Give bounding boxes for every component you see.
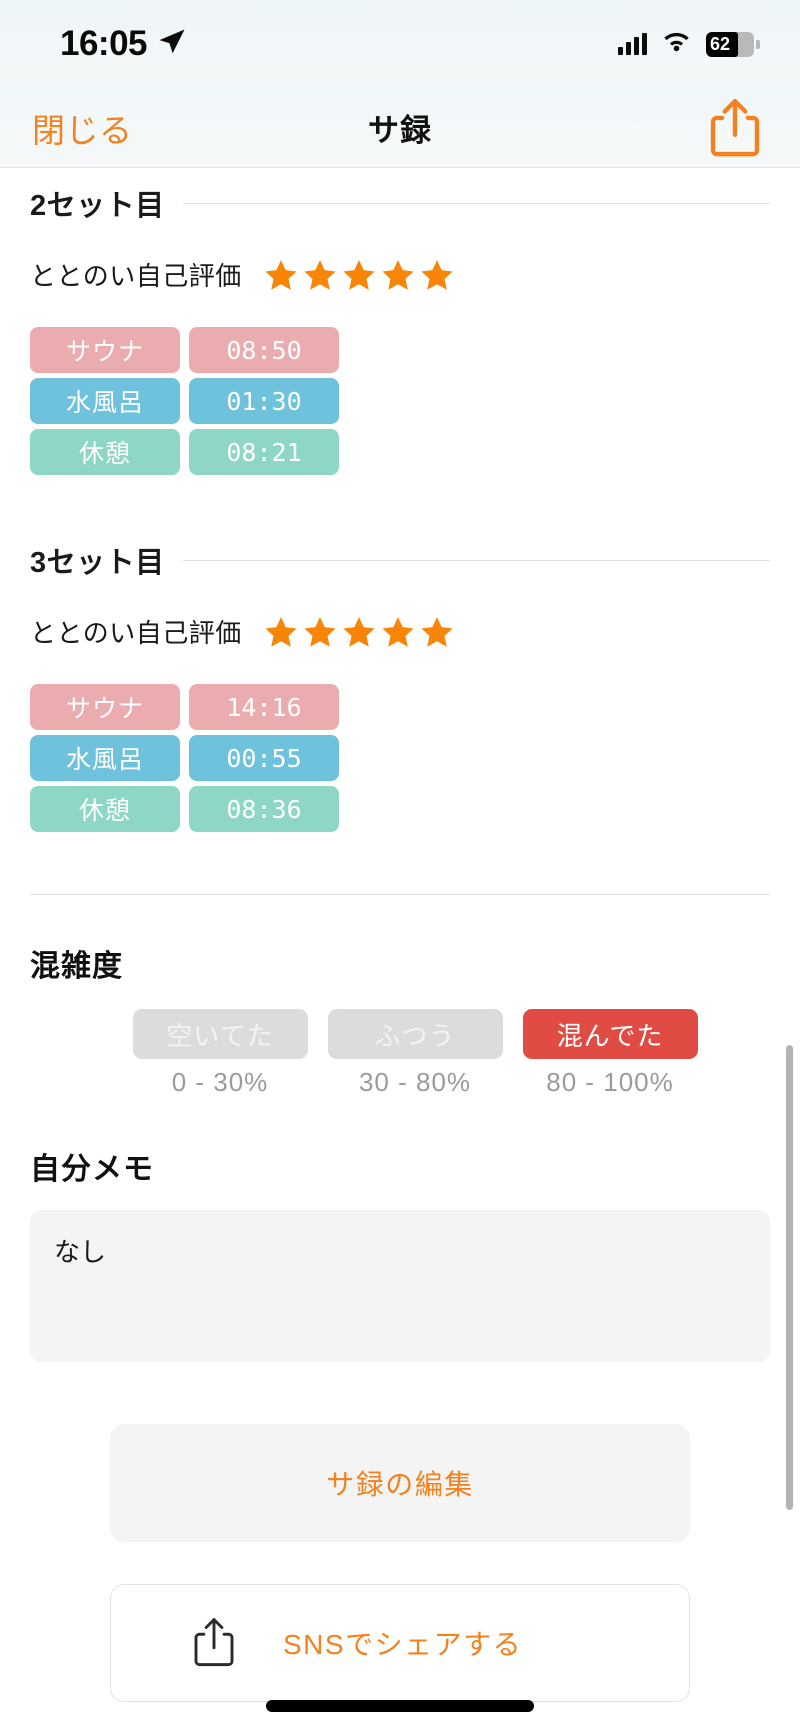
status-bar-right: 62 — [618, 30, 760, 58]
star-rating[interactable] — [264, 615, 454, 649]
activity-row: 休憩 08:21 — [30, 429, 800, 475]
star-icon[interactable] — [264, 615, 298, 649]
star-icon[interactable] — [381, 258, 415, 292]
app-screen: 16:05 62 閉じる サ録 2セット目 ととのい自己評価 サウナ 08:50… — [0, 0, 800, 1730]
set-activity-list: サウナ 14:16 水風呂 00:55 休憩 08:36 — [0, 684, 800, 832]
activity-duration: 08:21 — [189, 429, 339, 475]
rating-row: ととのい自己評価 — [0, 613, 800, 650]
star-rating[interactable] — [264, 258, 454, 292]
set-title: 2セット目 — [30, 190, 165, 222]
battery-icon: 62 — [706, 31, 760, 57]
set-title: 3セット目 — [30, 547, 165, 579]
activity-duration: 00:55 — [189, 735, 339, 781]
rating-label: ととのい自己評価 — [30, 618, 242, 648]
set-header: 3セット目 — [0, 539, 800, 581]
wifi-icon — [661, 30, 692, 58]
congestion-option[interactable]: 混んでた 80 - 100% — [522, 1009, 698, 1098]
activity-name: 休憩 — [30, 429, 180, 475]
congestion-chip-low[interactable]: 空いてた — [132, 1009, 308, 1059]
status-bar-left: 16:05 — [60, 24, 187, 64]
cellular-signal-icon — [618, 33, 647, 55]
congestion-chip-high[interactable]: 混んでた — [522, 1009, 698, 1059]
activity-row: 休憩 08:36 — [30, 786, 800, 832]
share-icon[interactable] — [704, 96, 766, 158]
congestion-option[interactable]: ふつう 30 - 80% — [327, 1009, 503, 1098]
activity-duration: 08:50 — [189, 327, 339, 373]
congestion-range-low: 0 - 30% — [171, 1067, 269, 1097]
share-icon — [189, 1614, 239, 1673]
star-icon[interactable] — [381, 615, 415, 649]
star-icon[interactable] — [303, 615, 337, 649]
location-arrow-icon — [157, 27, 187, 62]
vertical-scrollbar[interactable] — [786, 1045, 793, 1510]
star-icon[interactable] — [342, 615, 376, 649]
close-button[interactable]: 閉じる — [32, 104, 133, 152]
status-bar: 16:05 62 — [0, 0, 800, 88]
divider — [182, 559, 770, 561]
activity-duration: 08:36 — [189, 786, 339, 832]
congestion-title: 混雑度 — [30, 950, 123, 983]
star-icon[interactable] — [420, 615, 454, 649]
congestion-range-medium: 30 - 80% — [358, 1067, 472, 1097]
activity-row: サウナ 08:50 — [30, 327, 800, 373]
star-icon[interactable] — [264, 258, 298, 292]
congestion-chip-medium[interactable]: ふつう — [327, 1009, 503, 1059]
set-activity-list: サウナ 08:50 水風呂 01:30 休憩 08:21 — [0, 327, 800, 475]
status-bar-clock: 16:05 — [60, 24, 148, 63]
rating-row: ととのい自己評価 — [0, 256, 800, 293]
battery-percent-label: 62 — [710, 33, 731, 54]
set-header: 2セット目 — [0, 182, 800, 224]
memo-field[interactable]: なし — [30, 1210, 770, 1362]
star-icon[interactable] — [303, 258, 337, 292]
star-icon[interactable] — [420, 258, 454, 292]
memo-title: 自分メモ — [30, 1153, 154, 1186]
activity-duration: 01:30 — [189, 378, 339, 424]
activity-name: 水風呂 — [30, 735, 180, 781]
star-icon[interactable] — [342, 258, 376, 292]
scroll-content[interactable]: 2セット目 ととのい自己評価 サウナ 08:50 水風呂 01:30 休憩 08… — [0, 168, 800, 1730]
activity-row: 水風呂 00:55 — [30, 735, 800, 781]
edit-record-button[interactable]: サ録の編集 — [110, 1424, 690, 1542]
share-sns-button[interactable]: SNSでシェアする — [110, 1584, 690, 1702]
activity-name: サウナ — [30, 684, 180, 730]
congestion-option[interactable]: 空いてた 0 - 30% — [132, 1009, 308, 1098]
share-sns-label: SNSでシェアする — [283, 1629, 523, 1660]
congestion-selector: 空いてた 0 - 30% ふつう 30 - 80% 混んでた 80 - 100% — [0, 1009, 800, 1098]
activity-name: 休憩 — [30, 786, 180, 832]
activity-row: 水風呂 01:30 — [30, 378, 800, 424]
activity-row: サウナ 14:16 — [30, 684, 800, 730]
home-indicator — [266, 1700, 534, 1712]
activity-duration: 14:16 — [189, 684, 339, 730]
rating-label: ととのい自己評価 — [30, 261, 242, 291]
section-divider — [30, 894, 770, 895]
activity-name: 水風呂 — [30, 378, 180, 424]
divider — [182, 202, 770, 204]
navigation-bar: 閉じる サ録 — [0, 88, 800, 168]
congestion-range-high: 80 - 100% — [546, 1067, 674, 1097]
activity-name: サウナ — [30, 327, 180, 373]
